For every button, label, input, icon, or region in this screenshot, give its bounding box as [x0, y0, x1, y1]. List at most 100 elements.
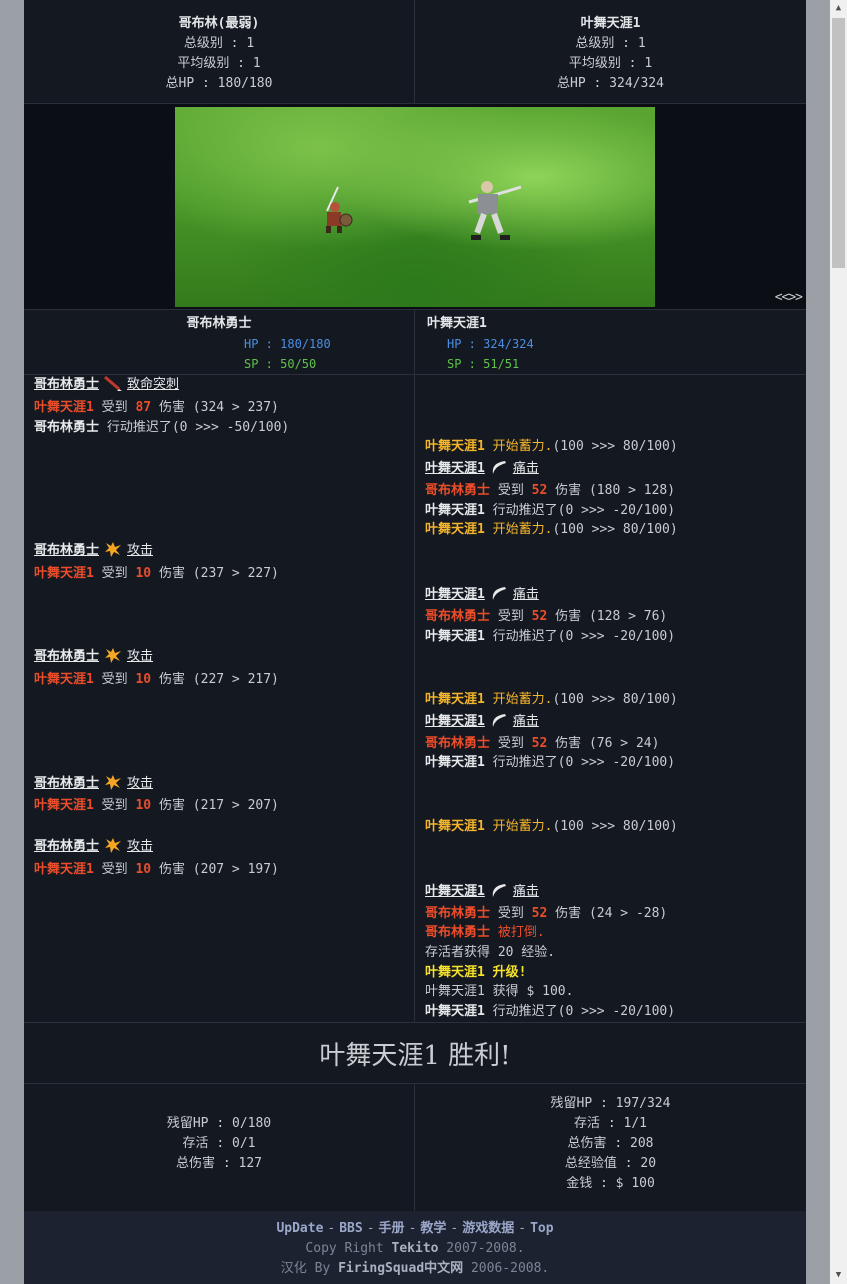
player-total-level: 总级别 : 1 — [575, 36, 646, 51]
player-sp: SP : 51/51 — [447, 357, 520, 371]
scrollbar-thumb[interactable] — [832, 18, 845, 268]
log-line: 叶舞天涯1 行动推迟了(0 >>> -20/100) — [425, 1003, 675, 1021]
enemy-unit-name: 哥布林勇士 — [186, 316, 252, 331]
money-gain-text: 叶舞天涯1 获得 $ 100. — [425, 984, 574, 999]
skill-link[interactable]: 痛击 — [513, 587, 539, 602]
scroll-down-arrow-icon[interactable]: ▼ — [830, 1267, 847, 1284]
log-line: 叶舞天涯1 受到 10 伤害 (227 > 217) — [34, 671, 279, 689]
target-name: 叶舞天涯1 — [34, 672, 94, 687]
enemy-hp: HP : 180/180 — [244, 337, 331, 351]
target-name: 哥布林勇士 — [425, 906, 491, 921]
actor-link[interactable]: 叶舞天涯1 — [425, 714, 485, 729]
log-line: 哥布林勇士 受到 52 伤害 (76 > 24) — [425, 735, 659, 753]
copyright-author: Tekito — [391, 1241, 439, 1256]
log-line: 叶舞天涯1 受到 10 伤害 (207 > 197) — [34, 861, 279, 879]
skill-link[interactable]: 致命突刺 — [127, 377, 179, 392]
enemy-party-name: 哥布林(最弱) — [178, 16, 260, 31]
log-text: 伤害 (237 > 227) — [151, 566, 279, 581]
actor-link[interactable]: 哥布林勇士 — [34, 377, 99, 392]
enemy-avg-level: 平均级别 : 1 — [177, 56, 261, 71]
actor-link[interactable]: 哥布林勇士 — [34, 649, 99, 664]
actor-name: 哥布林勇士 — [34, 420, 100, 435]
log-text: 行动推迟了(0 >>> -20/100) — [484, 629, 676, 644]
vertical-scrollbar[interactable]: ▲ ▼ — [830, 0, 847, 1284]
log-line: 叶舞天涯1 升级! — [425, 964, 526, 982]
log-text: (100 >>> 80/100) — [552, 439, 678, 454]
log-text: 行动推迟了(0 >>> -20/100) — [484, 1004, 676, 1019]
skill-link[interactable]: 攻击 — [127, 649, 153, 664]
footer-link-manual[interactable]: 手册 — [379, 1221, 405, 1236]
log-line: 哥布林勇士 致命突刺 — [34, 375, 179, 394]
log-line: 叶舞天涯1 痛击 — [425, 459, 539, 478]
log-text: 伤害 (207 > 197) — [151, 862, 279, 877]
log-line: 叶舞天涯1 开始蓄力.(100 >>> 80/100) — [425, 521, 678, 539]
player-party-name: 叶舞天涯1 — [580, 16, 641, 31]
actor-link[interactable]: 哥布林勇士 — [34, 839, 99, 854]
player-unit-name: 叶舞天涯1 — [427, 316, 487, 331]
slash-icon — [489, 459, 509, 475]
footer-separator: - — [450, 1221, 459, 1236]
footer-link-top[interactable]: Top — [530, 1221, 553, 1236]
actor-link[interactable]: 哥布林勇士 — [34, 543, 99, 558]
player-status: 叶舞天涯1 HP : 324/324 SP : 51/51 — [415, 310, 806, 374]
actor-name: 叶舞天涯1 — [425, 522, 485, 537]
actor-name: 叶舞天涯1 — [425, 439, 485, 454]
lance-icon — [103, 375, 123, 391]
damage-value: 52 — [531, 483, 548, 498]
skill-link[interactable]: 痛击 — [513, 714, 539, 729]
copyright-years: 2007-2008. — [438, 1241, 525, 1256]
player-avg-level: 平均级别 : 1 — [568, 56, 653, 71]
slash-icon — [489, 882, 509, 898]
actor-link[interactable]: 叶舞天涯1 — [425, 461, 485, 476]
log-text: 伤害 (24 > -28) — [547, 906, 668, 921]
log-text: 受到 — [93, 862, 136, 877]
log-text: 行动推迟了(0 >>> -50/100) — [99, 420, 290, 435]
log-line: 叶舞天涯1 痛击 — [425, 882, 539, 901]
player-money: 金钱 : $ 100 — [566, 1176, 655, 1191]
localization-text: 汉化 By — [280, 1261, 339, 1276]
target-name: 叶舞天涯1 — [34, 400, 94, 415]
footer-link-tutorial[interactable]: 教学 — [420, 1221, 446, 1236]
skill-link[interactable]: 痛击 — [513, 884, 539, 899]
log-text: 伤害 (76 > 24) — [547, 736, 660, 751]
log-text: (100 >>> 80/100) — [552, 819, 678, 834]
actor-link[interactable]: 叶舞天涯1 — [425, 884, 485, 899]
actor-name: 叶舞天涯1 — [425, 819, 485, 834]
battle-sprites — [326, 181, 522, 240]
log-text: 受到 — [490, 736, 532, 751]
skill-link[interactable]: 痛击 — [513, 461, 539, 476]
log-line: 哥布林勇士 攻击 — [34, 647, 153, 666]
skill-link[interactable]: 攻击 — [127, 543, 153, 558]
copyright-line: Copy Right Tekito 2007-2008. — [24, 1239, 806, 1259]
scroll-up-arrow-icon[interactable]: ▲ — [830, 0, 847, 17]
actor-link[interactable]: 哥布林勇士 — [34, 776, 99, 791]
footer-link-game-data[interactable]: 游戏数据 — [462, 1221, 514, 1236]
enemy-remaining-hp: 残留HP : 0/180 — [166, 1116, 272, 1131]
player-hp: HP : 324/324 — [447, 337, 534, 351]
log-line: 哥布林勇士 行动推迟了(0 >>> -50/100) — [34, 419, 289, 437]
footer-link-bbs[interactable]: BBS — [339, 1221, 362, 1236]
log-text: 开始蓄力. — [484, 522, 553, 537]
damage-value: 10 — [135, 862, 152, 877]
actor-name: 叶舞天涯1 — [425, 503, 485, 518]
damage-value: 52 — [531, 609, 548, 624]
log-line: 叶舞天涯1 痛击 — [425, 585, 539, 604]
log-line: 存活者获得 20 经验. — [425, 944, 555, 962]
skill-link[interactable]: 攻击 — [127, 839, 153, 854]
swordsman-sprite — [468, 181, 522, 240]
log-text: 伤害 (128 > 76) — [547, 609, 668, 624]
enemy-total-damage: 总伤害 : 127 — [176, 1156, 262, 1171]
log-line: 叶舞天涯1 受到 10 伤害 (237 > 227) — [34, 565, 279, 583]
footer-link-update[interactable]: UpDate — [276, 1221, 323, 1236]
log-text: 被打倒. — [490, 925, 545, 940]
enemy-results: 残留HP : 0/180 存活 : 0/1 总伤害 : 127 — [24, 1084, 415, 1214]
log-text: 受到 — [93, 672, 136, 687]
scene-nav-arrows[interactable]: <<>> — [775, 290, 803, 305]
log-line: 叶舞天涯1 开始蓄力.(100 >>> 80/100) — [425, 691, 678, 709]
damage-value: 52 — [531, 906, 548, 921]
log-line: 哥布林勇士 攻击 — [34, 541, 153, 560]
actor-link[interactable]: 叶舞天涯1 — [425, 587, 485, 602]
skill-link[interactable]: 攻击 — [127, 776, 153, 791]
damage-value: 10 — [135, 672, 152, 687]
actor-name: 叶舞天涯1 — [425, 692, 485, 707]
